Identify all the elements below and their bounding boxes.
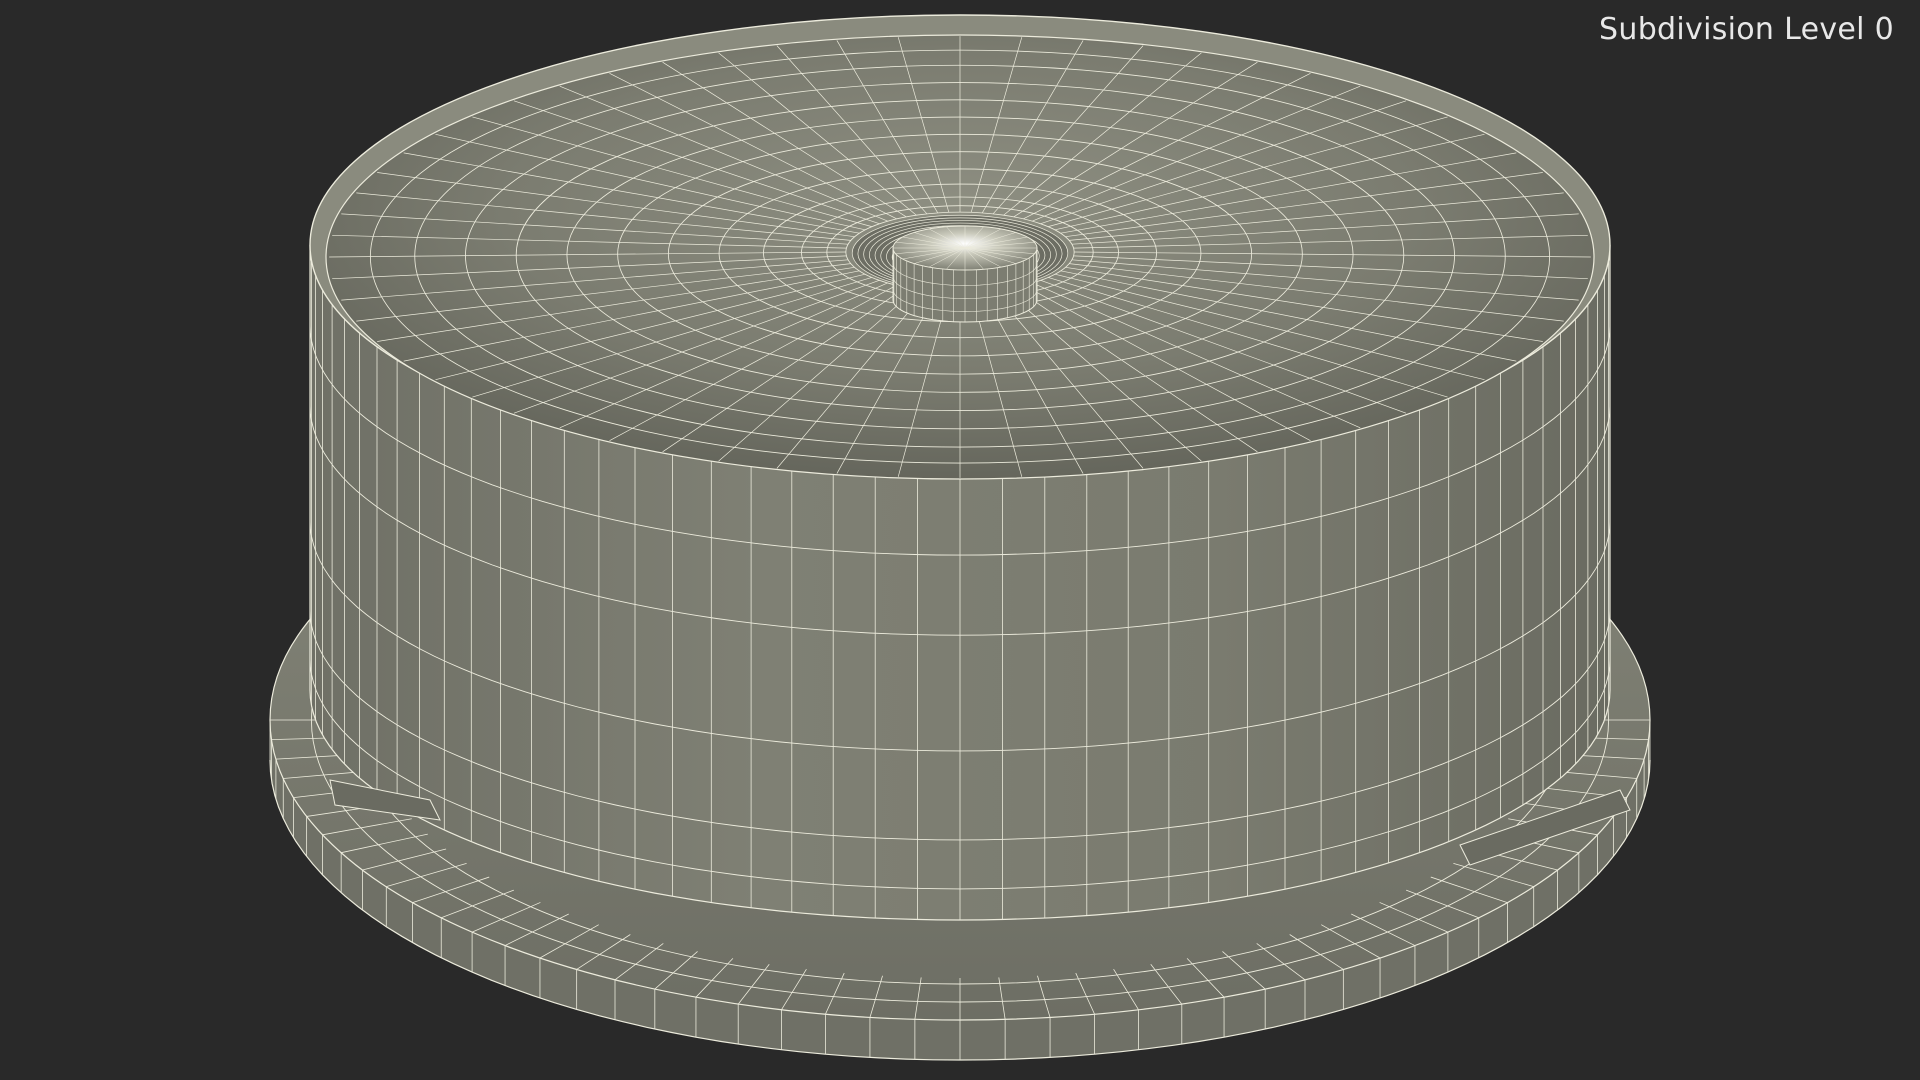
container-base-model	[269, 14, 1651, 1061]
wireframe-model-render	[269, 14, 1651, 1061]
3d-viewport[interactable]: Subdivision Level 0	[0, 0, 1920, 1080]
subdivision-level-label: Subdivision Level 0	[1599, 12, 1894, 47]
